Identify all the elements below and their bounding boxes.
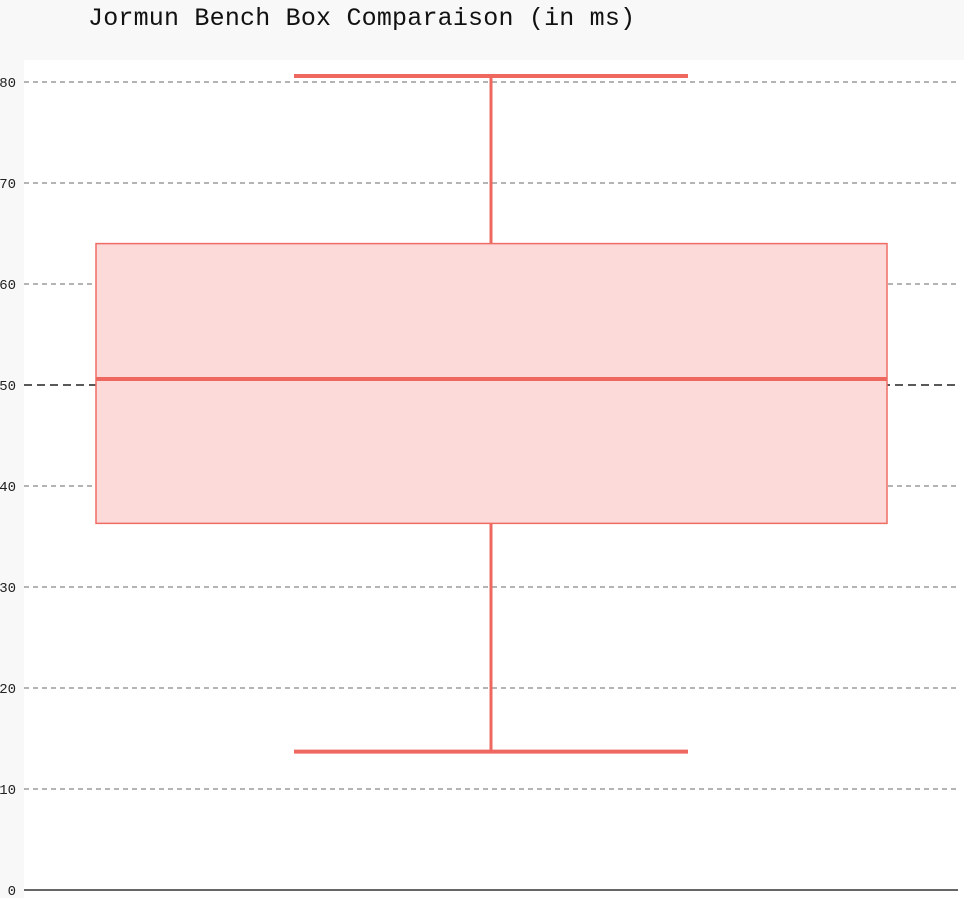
iqr-box xyxy=(95,242,888,525)
y-tick-label-70: 70 xyxy=(0,177,16,193)
y-tick-label-20: 20 xyxy=(0,682,16,698)
y-tick-label-10: 10 xyxy=(0,783,16,799)
y-tick-label-50: 50 xyxy=(0,379,16,395)
y-tick-label-30: 30 xyxy=(0,581,16,597)
y-tick-label-80: 80 xyxy=(0,76,16,92)
chart-root: Jormun Bench Box Comparaison (in ms) 0 10… xyxy=(0,0,964,898)
y-tick-label-60: 60 xyxy=(0,278,16,294)
y-tick-label-0: 0 xyxy=(8,884,16,898)
box-plot: 0 10 20 30 40 50 60 70 80 xyxy=(0,60,964,898)
y-tick-label-40: 40 xyxy=(0,480,16,496)
